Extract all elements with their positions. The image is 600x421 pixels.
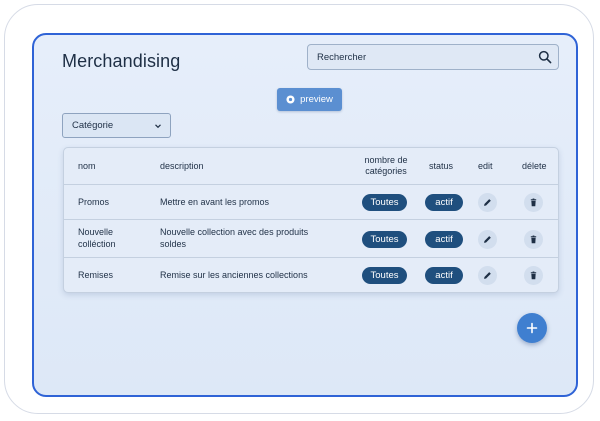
search-icon[interactable] (538, 50, 552, 64)
column-header-edit: edit (478, 161, 493, 171)
categories-badge[interactable]: Toutes (362, 231, 407, 248)
row-description: Mettre en avant les promos (160, 197, 270, 207)
pencil-icon (484, 272, 491, 279)
trash-icon (530, 271, 537, 280)
trash-icon (530, 235, 537, 244)
column-header-nom: nom (78, 161, 96, 171)
row-nom: Promos (78, 197, 110, 207)
plus-icon (526, 322, 538, 334)
edit-button[interactable] (478, 230, 497, 249)
pencil-icon (484, 199, 491, 206)
status-badge[interactable]: actif (425, 231, 463, 248)
table-row: Nouvelle colléction Nouvelle collection … (64, 220, 558, 258)
column-header-categories: nombre de catégories (364, 155, 408, 176)
trash-icon (530, 198, 537, 207)
status-badge[interactable]: actif (425, 267, 463, 284)
column-header-description: description (160, 161, 204, 171)
column-header-delete: délete (522, 161, 547, 171)
row-description: Remise sur les anciennes collections (160, 270, 308, 280)
delete-button[interactable] (524, 230, 543, 249)
category-select[interactable]: Catégorie (62, 113, 171, 138)
device-frame: Merchandising preview Catégorie nom (4, 4, 594, 414)
delete-button[interactable] (524, 193, 543, 212)
page-title: Merchandising (62, 51, 181, 71)
edit-button[interactable] (478, 266, 497, 285)
table-header: nom description nombre de catégories sta… (64, 148, 558, 185)
add-button[interactable] (517, 313, 547, 343)
categories-badge[interactable]: Toutes (362, 267, 407, 284)
chevron-down-icon (155, 124, 161, 129)
merch-table: nom description nombre de catégories sta… (63, 147, 559, 293)
preview-button[interactable]: preview (277, 88, 342, 111)
table-row: Promos Mettre en avant les promos Toutes… (64, 185, 558, 220)
row-nom: Remises (78, 270, 114, 280)
status-badge[interactable]: actif (425, 194, 463, 211)
delete-button[interactable] (524, 266, 543, 285)
table-row: Remises Remise sur les anciennes collect… (64, 258, 558, 293)
categories-badge[interactable]: Toutes (362, 194, 407, 211)
category-select-label: Catégorie (72, 120, 114, 131)
row-description: Nouvelle collection avec des produits so… (160, 227, 309, 249)
eye-icon (286, 95, 295, 104)
row-nom: Nouvelle colléction (78, 227, 116, 249)
app-screen: Merchandising preview Catégorie nom (32, 33, 578, 397)
search-box[interactable] (307, 44, 559, 70)
preview-label: preview (300, 94, 333, 105)
column-header-status: status (429, 161, 454, 171)
search-input[interactable] (317, 45, 527, 69)
pencil-icon (484, 236, 491, 243)
edit-button[interactable] (478, 193, 497, 212)
